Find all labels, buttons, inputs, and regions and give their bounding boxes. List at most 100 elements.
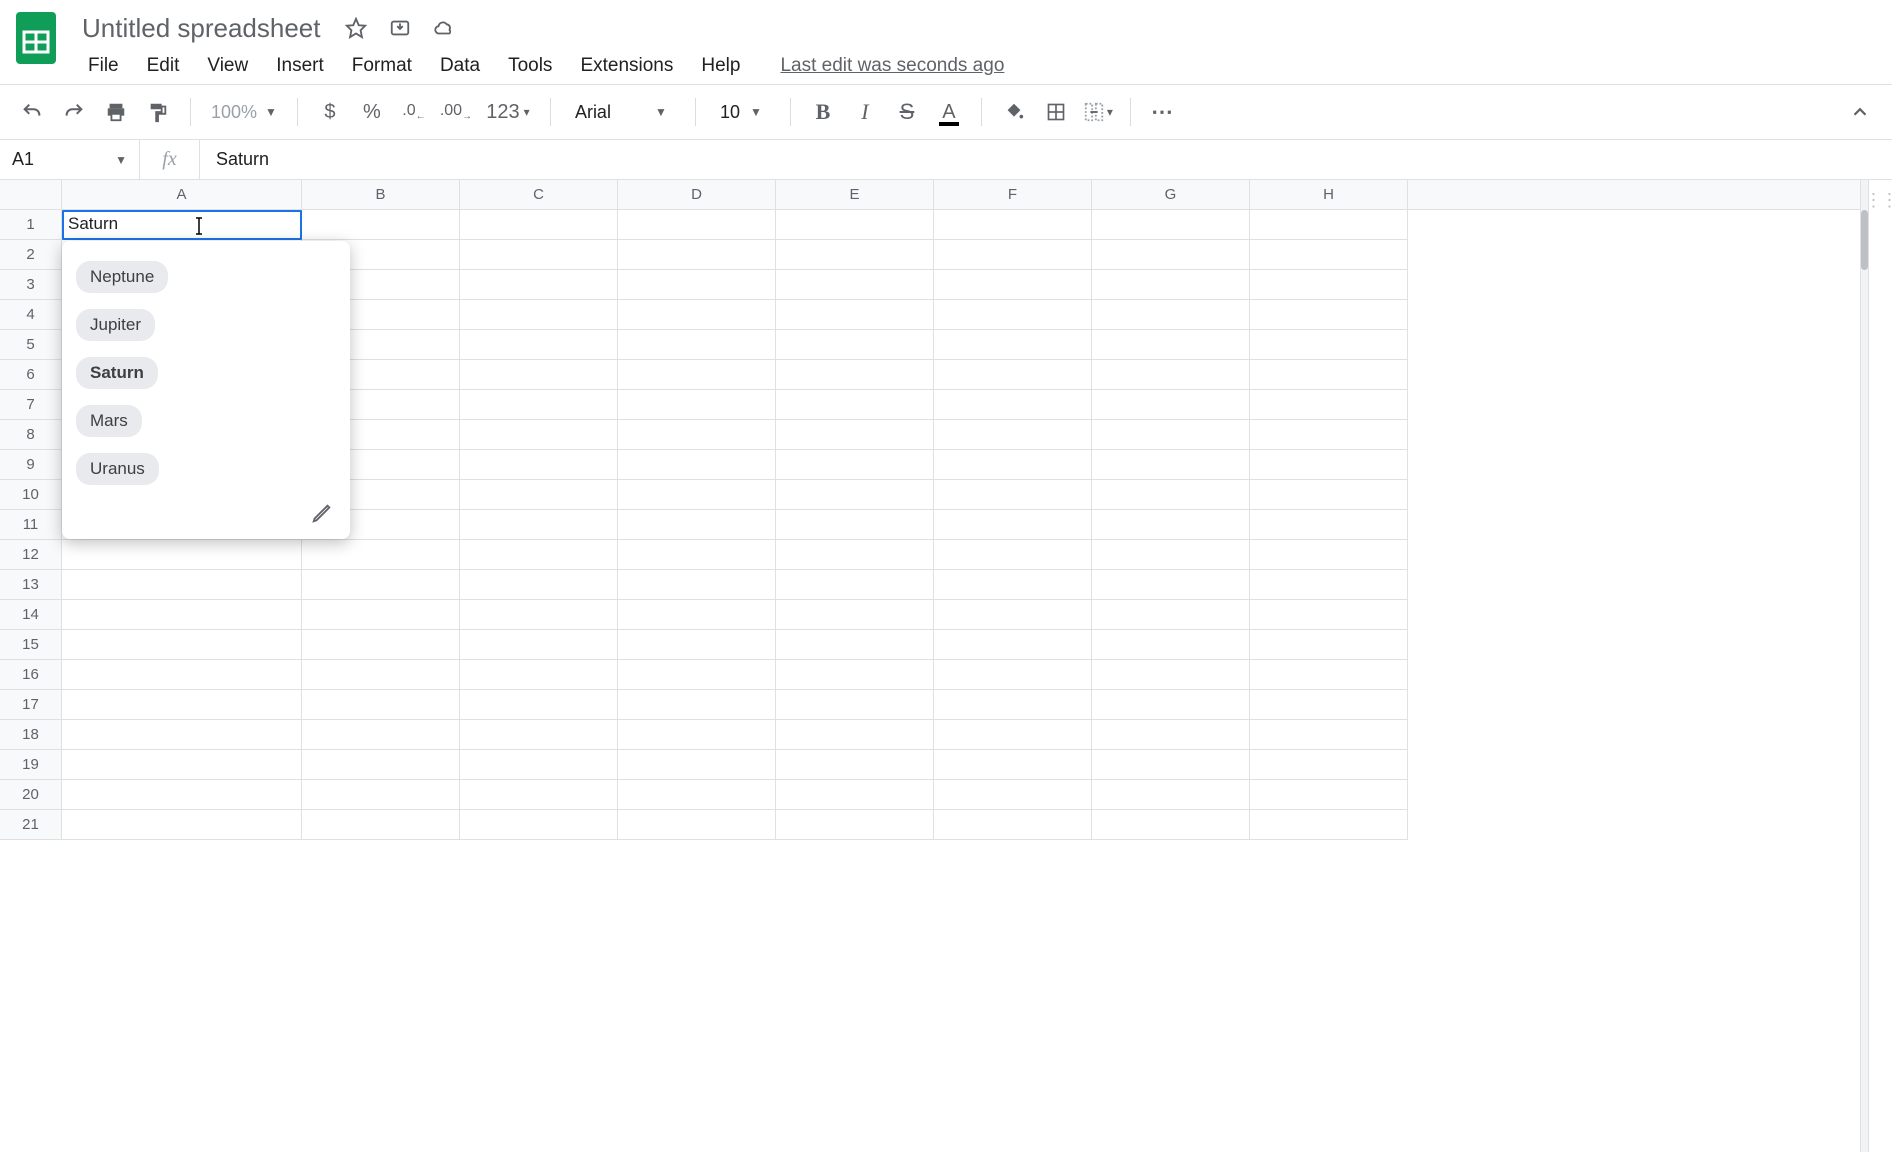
row-header[interactable]: 16	[0, 660, 62, 690]
cell[interactable]	[618, 390, 776, 420]
cell[interactable]	[618, 450, 776, 480]
cell[interactable]	[1250, 540, 1408, 570]
menu-data[interactable]: Data	[428, 51, 492, 81]
menu-tools[interactable]: Tools	[496, 51, 564, 81]
cell[interactable]	[618, 270, 776, 300]
strikethrough-button[interactable]: S	[887, 92, 927, 132]
cell[interactable]	[460, 480, 618, 510]
row-header[interactable]: 3	[0, 270, 62, 300]
cell[interactable]	[934, 810, 1092, 840]
cell[interactable]	[934, 660, 1092, 690]
cell[interactable]	[776, 480, 934, 510]
formula-bar[interactable]: Saturn	[200, 140, 1892, 179]
menu-extensions[interactable]: Extensions	[568, 51, 685, 81]
paint-format-button[interactable]	[138, 92, 178, 132]
borders-button[interactable]	[1036, 92, 1076, 132]
cell[interactable]	[934, 360, 1092, 390]
cell[interactable]	[934, 420, 1092, 450]
row-header[interactable]: 9	[0, 450, 62, 480]
cell[interactable]	[1092, 510, 1250, 540]
cell[interactable]	[62, 600, 302, 630]
cell[interactable]	[1092, 420, 1250, 450]
collapse-toolbar-button[interactable]	[1840, 92, 1880, 132]
cell[interactable]	[460, 270, 618, 300]
move-icon[interactable]	[388, 16, 412, 40]
sheets-logo[interactable]	[12, 8, 60, 68]
cell[interactable]	[618, 570, 776, 600]
decrease-decimal-button[interactable]: .0←	[394, 92, 434, 132]
cell[interactable]	[618, 810, 776, 840]
cell[interactable]	[460, 600, 618, 630]
cell[interactable]	[934, 570, 1092, 600]
row-header[interactable]: 21	[0, 810, 62, 840]
edit-dropdown-icon[interactable]	[308, 499, 336, 527]
cell[interactable]	[934, 300, 1092, 330]
cell[interactable]	[934, 780, 1092, 810]
cell[interactable]	[618, 540, 776, 570]
cell[interactable]	[1250, 390, 1408, 420]
cell[interactable]	[460, 630, 618, 660]
cell[interactable]	[1250, 690, 1408, 720]
cell[interactable]	[1250, 630, 1408, 660]
cell[interactable]	[934, 630, 1092, 660]
col-header-G[interactable]: G	[1092, 180, 1250, 209]
increase-decimal-button[interactable]: .00→	[436, 92, 476, 132]
print-button[interactable]	[96, 92, 136, 132]
cell[interactable]	[934, 750, 1092, 780]
cell[interactable]	[618, 300, 776, 330]
cell[interactable]	[1250, 600, 1408, 630]
percent-button[interactable]: %	[352, 92, 392, 132]
scroll-thumb[interactable]	[1861, 210, 1868, 270]
cell[interactable]	[934, 450, 1092, 480]
cell[interactable]	[934, 510, 1092, 540]
row-header[interactable]: 7	[0, 390, 62, 420]
cell[interactable]	[618, 480, 776, 510]
cloud-status-icon[interactable]	[432, 16, 456, 40]
cell[interactable]	[460, 330, 618, 360]
dropdown-option[interactable]: Mars	[76, 405, 142, 437]
cell[interactable]	[776, 420, 934, 450]
cell[interactable]	[618, 690, 776, 720]
cell[interactable]	[1250, 270, 1408, 300]
undo-button[interactable]	[12, 92, 52, 132]
row-header[interactable]: 20	[0, 780, 62, 810]
cell[interactable]	[302, 660, 460, 690]
col-header-D[interactable]: D	[618, 180, 776, 209]
cell[interactable]	[460, 390, 618, 420]
fill-color-button[interactable]	[994, 92, 1034, 132]
cell[interactable]	[1092, 360, 1250, 390]
cell[interactable]	[460, 360, 618, 390]
cell[interactable]	[460, 780, 618, 810]
row-header[interactable]: 19	[0, 750, 62, 780]
data-validation-dropdown[interactable]: Neptune Jupiter Saturn Mars Uranus	[62, 241, 350, 539]
cell[interactable]	[1092, 630, 1250, 660]
cell[interactable]	[460, 420, 618, 450]
cell[interactable]	[776, 360, 934, 390]
cell[interactable]	[1250, 240, 1408, 270]
star-icon[interactable]	[344, 16, 368, 40]
cell[interactable]	[776, 780, 934, 810]
dropdown-option-selected[interactable]: Saturn	[76, 357, 158, 389]
redo-button[interactable]	[54, 92, 94, 132]
row-header[interactable]: 15	[0, 630, 62, 660]
cell[interactable]	[776, 810, 934, 840]
cell[interactable]	[1250, 450, 1408, 480]
cell[interactable]	[618, 720, 776, 750]
cell[interactable]	[62, 810, 302, 840]
cell[interactable]	[618, 750, 776, 780]
font-size-select[interactable]: 10 ▼	[708, 102, 778, 123]
cell[interactable]	[62, 660, 302, 690]
cell[interactable]	[302, 210, 460, 240]
cell[interactable]	[1092, 570, 1250, 600]
cell[interactable]	[934, 690, 1092, 720]
cell[interactable]	[460, 690, 618, 720]
cell[interactable]	[460, 540, 618, 570]
cell[interactable]	[776, 240, 934, 270]
menu-format[interactable]: Format	[340, 51, 424, 81]
cell[interactable]	[62, 630, 302, 660]
cell[interactable]	[934, 600, 1092, 630]
menu-edit[interactable]: Edit	[135, 51, 192, 81]
cell[interactable]	[460, 750, 618, 780]
cell[interactable]	[1092, 600, 1250, 630]
cell[interactable]	[1092, 300, 1250, 330]
